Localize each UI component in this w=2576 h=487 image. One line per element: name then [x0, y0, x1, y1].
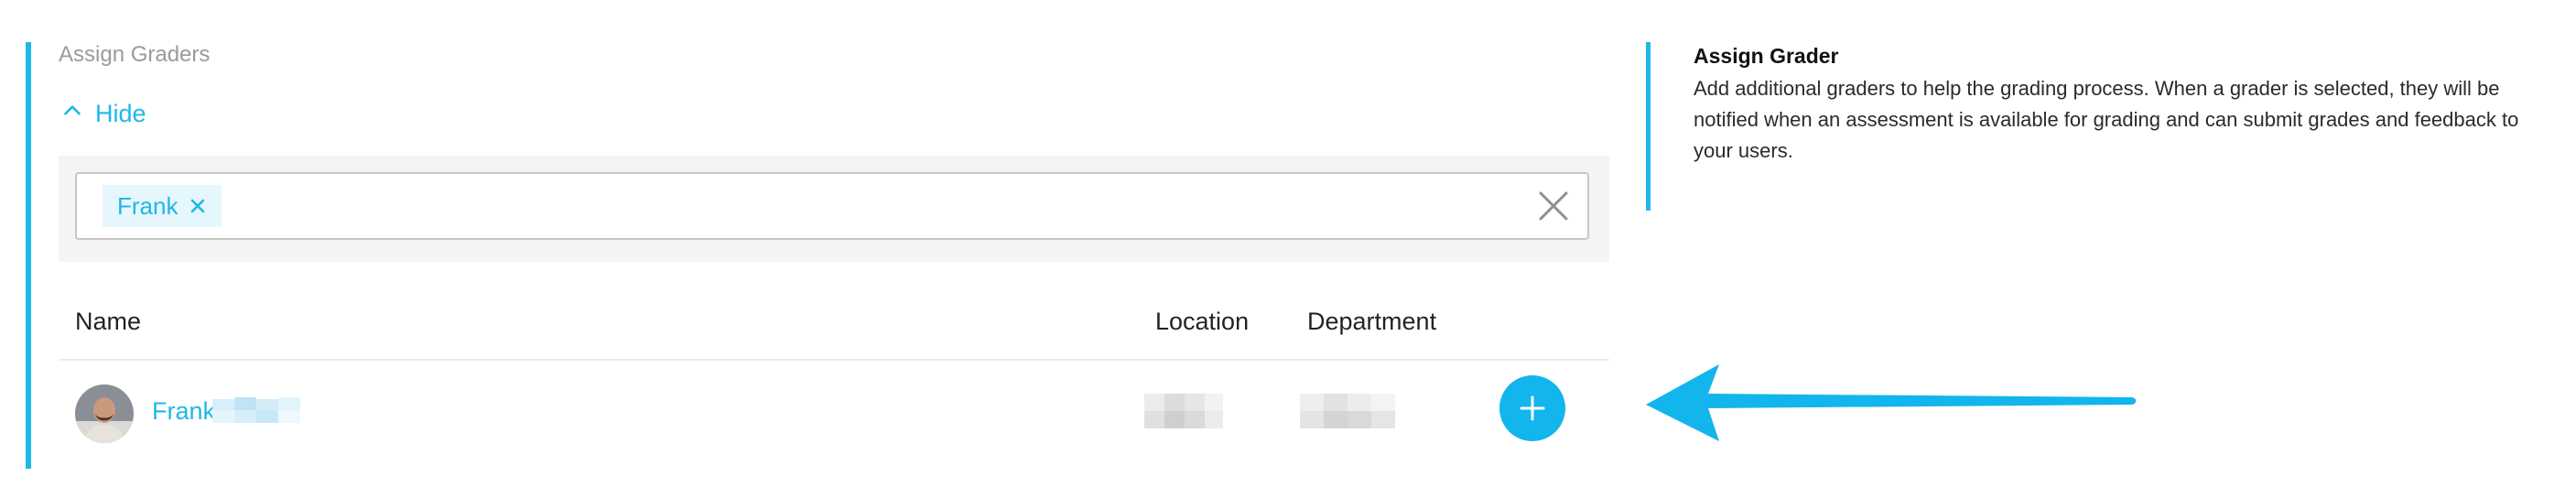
redacted-surname [212, 395, 300, 427]
clear-selection-icon[interactable] [1536, 189, 1571, 223]
remove-chip-icon[interactable] [189, 197, 207, 215]
header-divider [59, 359, 1609, 361]
chevron-up-icon [60, 99, 84, 129]
column-header-name[interactable]: Name [75, 308, 141, 336]
annotation-arrow [1646, 364, 2137, 441]
section-accent-bar [26, 42, 31, 469]
chip-label: Frank [117, 191, 179, 220]
grader-picker-panel: Frank [59, 156, 1609, 262]
add-grader-button[interactable] [1499, 375, 1565, 441]
info-title: Assign Grader [1694, 44, 1839, 68]
redacted-department [1300, 394, 1395, 428]
hide-label: Hide [95, 100, 146, 127]
column-header-department[interactable]: Department [1307, 308, 1436, 336]
selected-grader-chip: Frank [103, 185, 222, 227]
grader-select-input[interactable]: Frank [75, 172, 1589, 240]
info-accent-bar [1646, 42, 1651, 211]
section-label: Assign Graders [59, 42, 211, 67]
info-description: Add additional graders to help the gradi… [1694, 77, 2519, 162]
plus-icon [1520, 395, 1545, 421]
hide-toggle[interactable]: Hide [60, 99, 146, 129]
redacted-location [1144, 394, 1223, 428]
grader-name-link[interactable]: Frank [152, 397, 215, 426]
column-header-location[interactable]: Location [1155, 308, 1249, 336]
avatar [75, 384, 134, 443]
